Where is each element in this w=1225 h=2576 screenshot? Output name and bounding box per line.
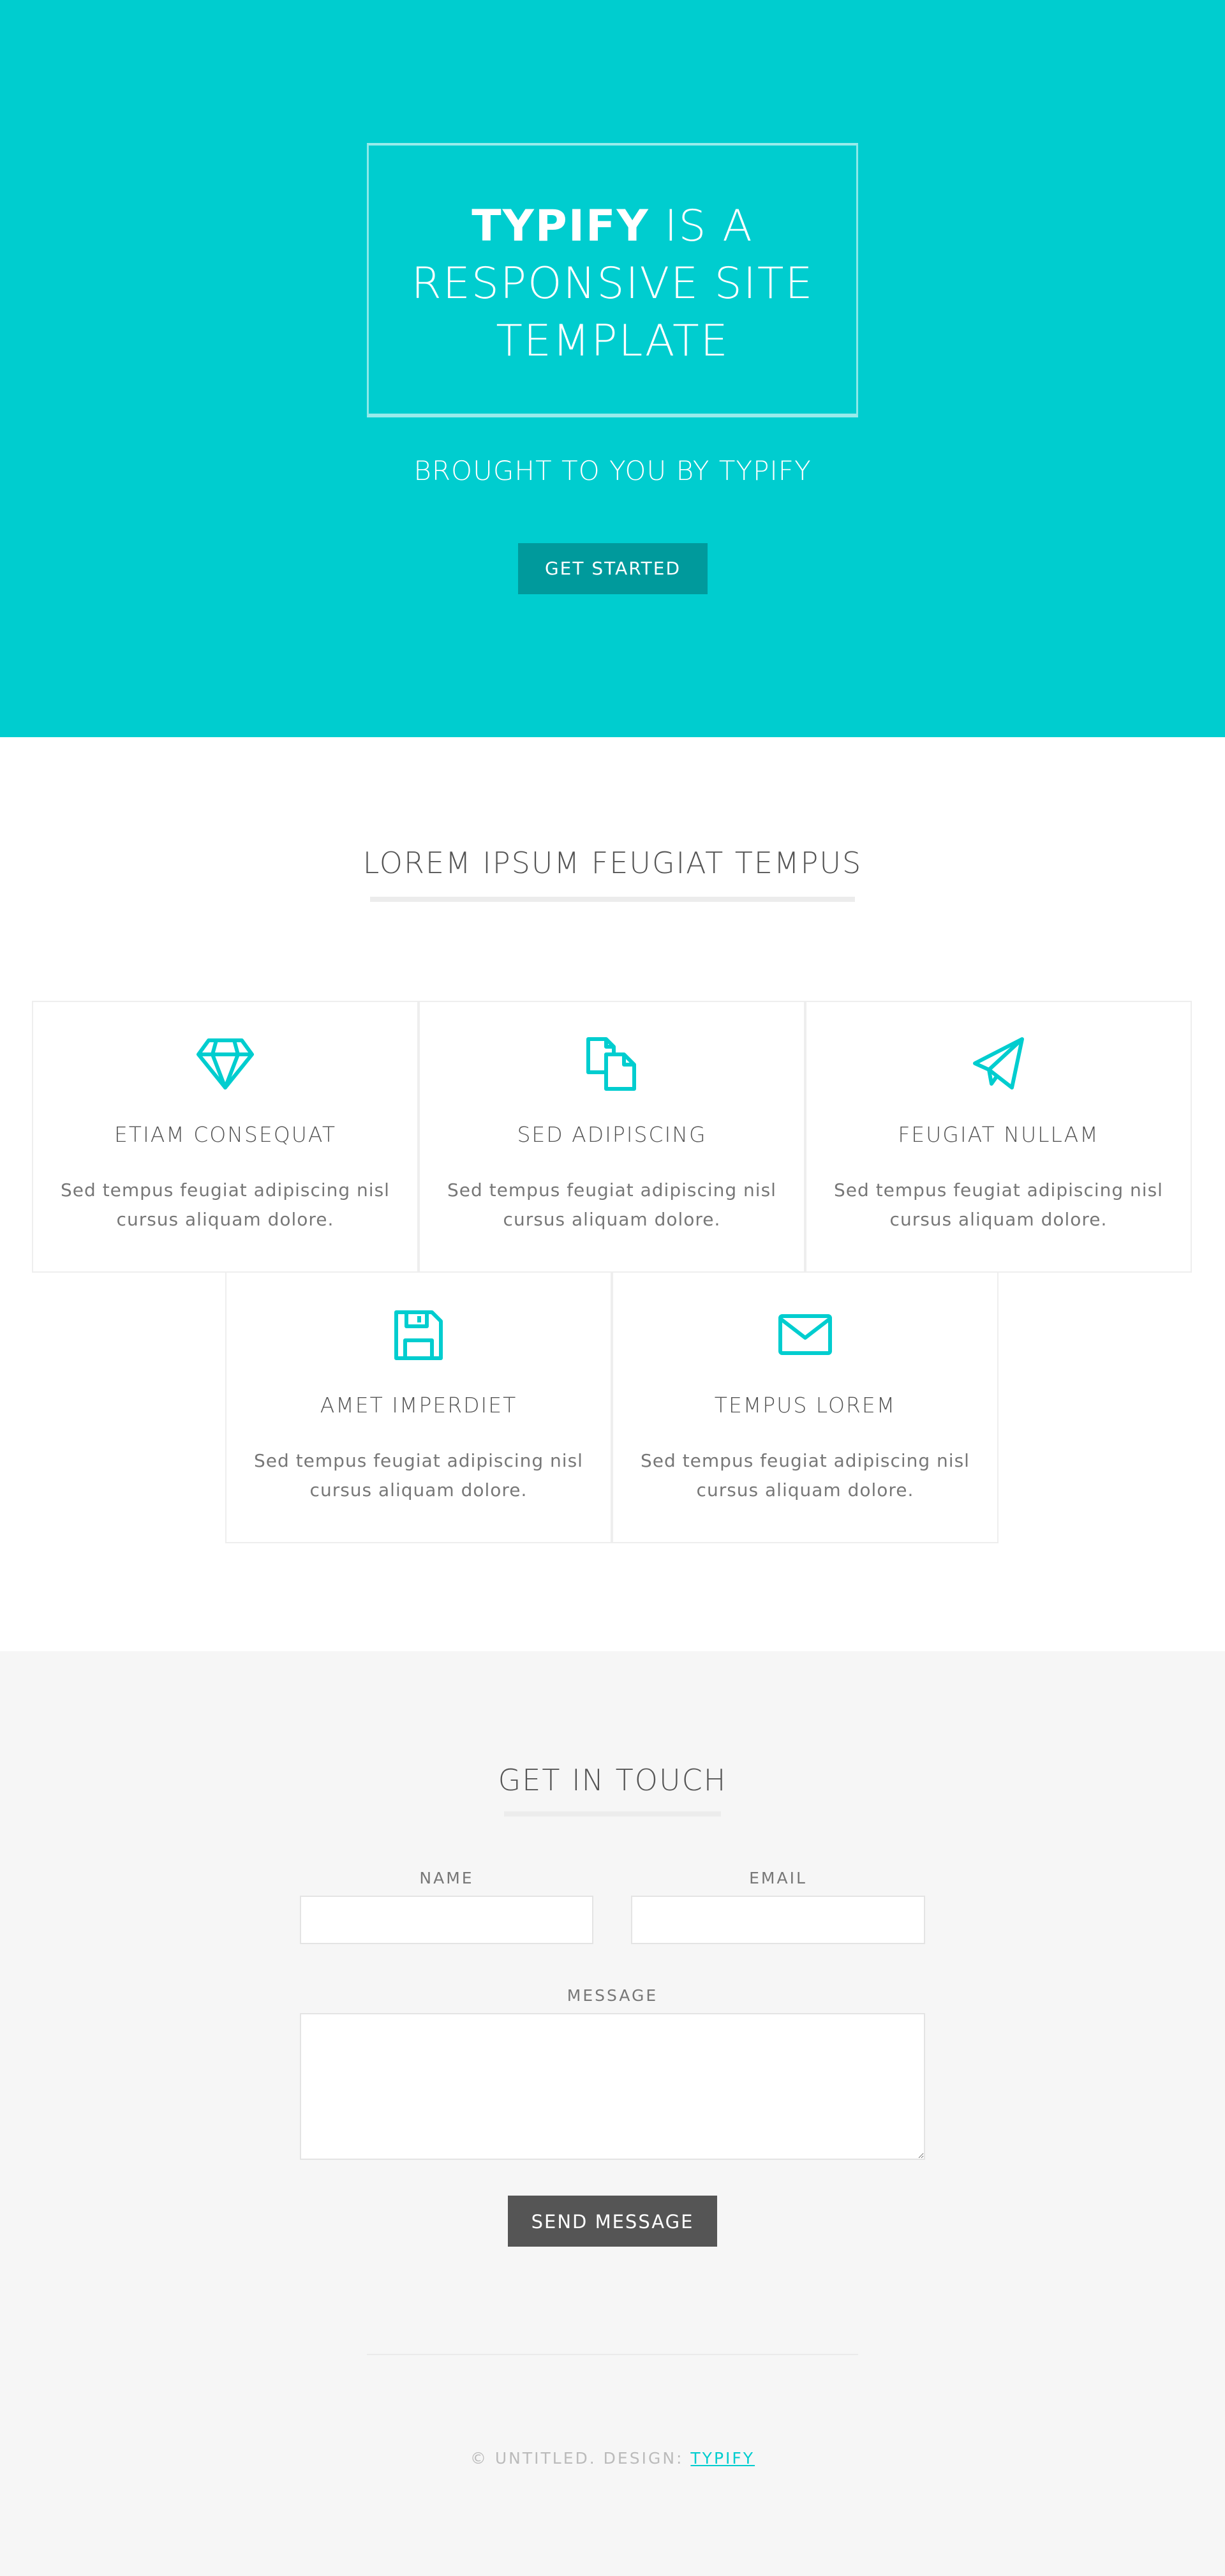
feature-text: Sed tempus feugiat adipiscing nisl cursu… [641, 1450, 970, 1501]
feature-card-etiam-consequat: ETIAM CONSEQUAT Sed tempus feugiat adipi… [32, 1001, 419, 1273]
email-field[interactable] [631, 1896, 925, 1944]
hero-title-line3: TEMPLATE [496, 316, 729, 366]
copyright-text: © UNTITLED. DESIGN: [470, 2449, 691, 2467]
design-credit-link[interactable]: TYPIFY [690, 2449, 755, 2467]
paper-plane-icon [806, 1035, 1191, 1093]
message-label: MESSAGE [567, 1986, 658, 2005]
features-section: LOREM IPSUM FEUGIAT TEMPUS ETIAM CONSEQU… [0, 737, 1225, 1651]
envelope-icon [613, 1306, 997, 1363]
feature-title: AMET IMPERDIET [320, 1393, 517, 1418]
get-started-button[interactable]: GET STARTED [518, 543, 708, 594]
feature-card-amet-imperdiet: AMET IMPERDIET Sed tempus feugiat adipis… [225, 1271, 612, 1543]
contact-heading: GET IN TOUCH [498, 1763, 727, 1797]
feature-card-tempus-lorem: TEMPUS LOREM Sed tempus feugiat adipisci… [612, 1271, 999, 1543]
feature-title: FEUGIAT NULLAM [898, 1122, 1099, 1147]
name-label: NAME [419, 1869, 474, 1887]
feature-title: TEMPUS LOREM [714, 1393, 896, 1418]
hero-title: TYPIFY IS A RESPONSIVE SITE TEMPLATE [369, 198, 856, 370]
feature-text: Sed tempus feugiat adipiscing nisl cursu… [254, 1450, 583, 1501]
hero-section: TYPIFY IS A RESPONSIVE SITE TEMPLATE BRO… [0, 0, 1225, 737]
hero-title-line2: RESPONSIVE SITE [411, 258, 814, 309]
feature-card-feugiat-nullam: FEUGIAT NULLAM Sed tempus feugiat adipis… [805, 1001, 1192, 1273]
documents-icon [420, 1035, 804, 1093]
feature-title: ETIAM CONSEQUAT [114, 1122, 337, 1147]
diamond-icon [33, 1035, 417, 1093]
hero-title-brand: TYPIFY [471, 201, 650, 251]
feature-title: SED ADIPISCING [517, 1122, 707, 1147]
message-field[interactable] [300, 2013, 925, 2160]
feature-card-sed-adipiscing: SED ADIPISCING Sed tempus feugiat adipis… [419, 1001, 805, 1273]
name-field[interactable] [300, 1896, 593, 1944]
feature-text: Sed tempus feugiat adipiscing nisl cursu… [834, 1179, 1163, 1230]
feature-text: Sed tempus feugiat adipiscing nisl cursu… [61, 1179, 390, 1230]
feature-text: Sed tempus feugiat adipiscing nisl cursu… [447, 1179, 776, 1230]
contact-heading-underline [504, 1811, 721, 1816]
features-heading-underline [370, 897, 855, 902]
footer-divider [367, 2354, 858, 2355]
hero-title-box: TYPIFY IS A RESPONSIVE SITE TEMPLATE [367, 143, 858, 417]
hero-title-line1: IS A [649, 201, 754, 251]
email-label: EMAIL [749, 1869, 807, 1887]
hero-subtitle: BROUGHT TO YOU BY TYPIFY [413, 455, 812, 486]
send-message-button[interactable]: SEND MESSAGE [508, 2196, 717, 2247]
floppy-disk-icon [226, 1306, 611, 1363]
features-heading: LOREM IPSUM FEUGIAT TEMPUS [362, 846, 863, 880]
footer-copyright: © UNTITLED. DESIGN: TYPIFY [0, 2449, 1225, 2467]
